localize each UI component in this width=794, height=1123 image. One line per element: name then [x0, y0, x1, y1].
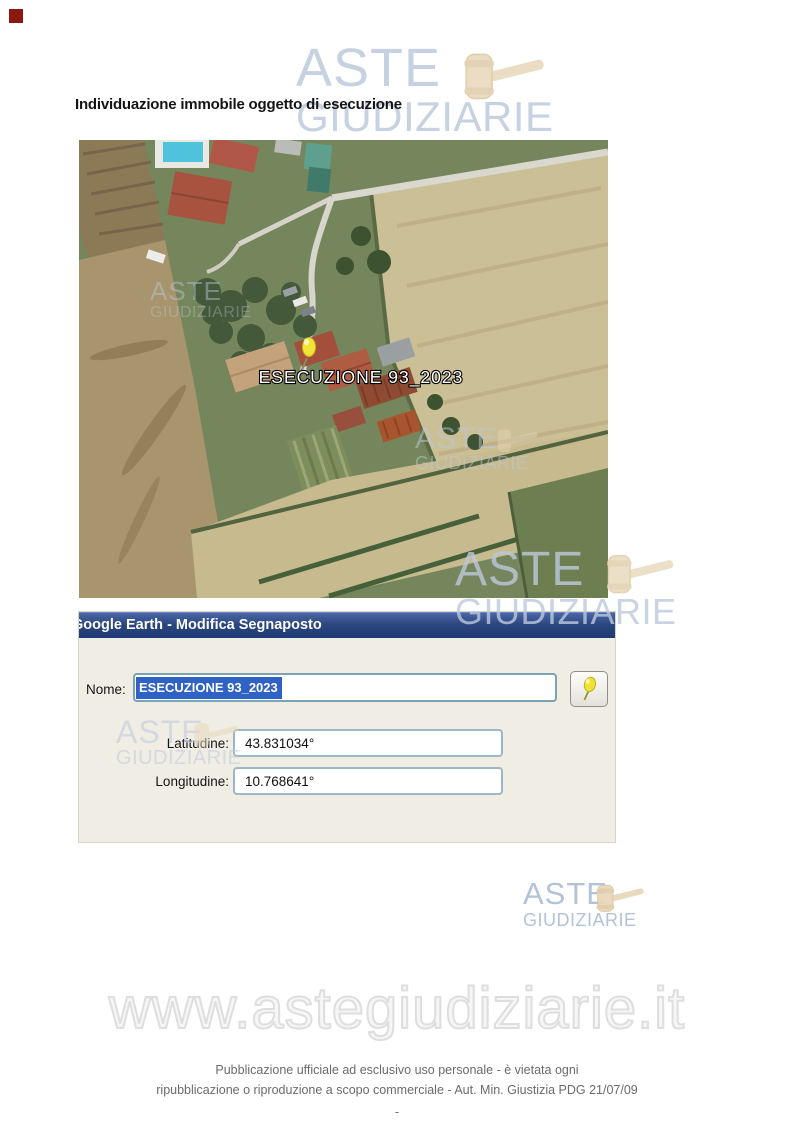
- gavel-icon: [194, 723, 239, 748]
- name-field-label: Nome:: [86, 682, 126, 697]
- gavel-icon: [607, 555, 674, 594]
- satellite-map-image: ESECUZIONE 93_2023 ASTE GIUDIZIARIE ASTE…: [79, 140, 608, 598]
- corner-marker: [9, 9, 23, 23]
- footer: Pubblicazione ufficiale ad esclusivo uso…: [0, 1060, 794, 1122]
- gavel-icon: [497, 429, 538, 452]
- page-title: Individuazione immobile oggetto di esecu…: [75, 96, 402, 113]
- name-input[interactable]: ESECUZIONE 93_2023: [133, 673, 557, 702]
- gavel-icon: [464, 53, 544, 100]
- latitude-input[interactable]: 43.831034°: [233, 729, 503, 757]
- longitude-label: Longitudine:: [155, 774, 229, 789]
- document-page: ASTE GIUDIZIARIE Individuazione immobile…: [0, 0, 794, 1123]
- brand-line2: GIUDIZIARIE: [150, 303, 252, 321]
- site-url-watermark: www.astegiudiziarie.it: [108, 975, 686, 1042]
- pushpin-icon: [583, 676, 596, 701]
- brand-watermark-map-left: ASTE GIUDIZIARIE: [150, 276, 252, 321]
- gavel-icon: [596, 884, 644, 912]
- footer-page-dash: -: [394, 1105, 400, 1119]
- longitude-input[interactable]: 10.768641°: [233, 767, 503, 795]
- name-input-selected-text: ESECUZIONE 93_2023: [136, 677, 282, 699]
- satellite-map-art: ESECUZIONE 93_2023: [79, 140, 608, 598]
- footer-line1: Pubblicazione ufficiale ad esclusivo uso…: [215, 1063, 579, 1077]
- pushpin-button[interactable]: [570, 671, 608, 707]
- footer-line2: ripubblicazione o riproduzione a scopo c…: [156, 1083, 638, 1097]
- map-label: ESECUZIONE 93_2023: [259, 367, 464, 388]
- brand-line1: ASTE: [150, 276, 222, 306]
